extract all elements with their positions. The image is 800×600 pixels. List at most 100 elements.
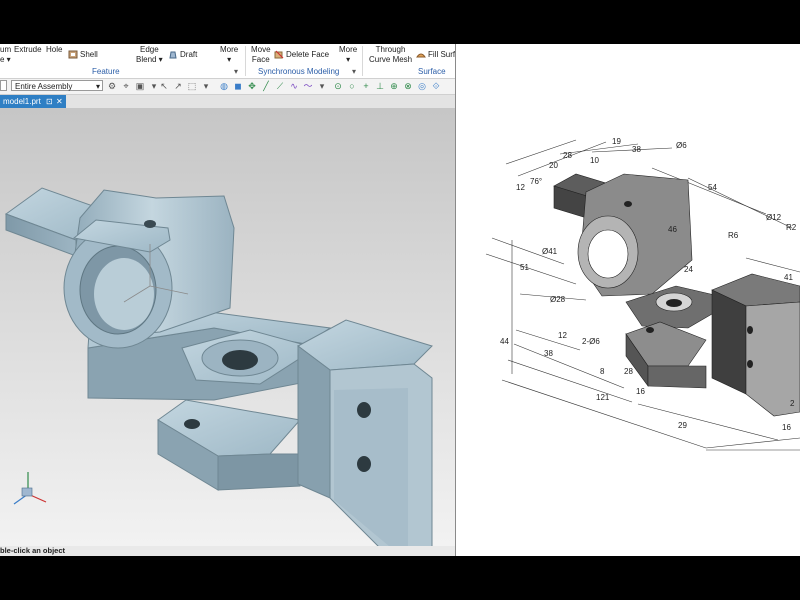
select-edges-icon[interactable]: ↗ [173,81,183,91]
dim-51: 51 [520,263,529,272]
fill-surface-icon [416,53,426,58]
dim-19: 19 [612,137,621,146]
lasso-icon[interactable]: ⬚ [187,81,197,91]
right-block-face-shade [334,388,408,546]
chevron-down-icon[interactable]: ▾ [201,81,211,91]
select-box-icon[interactable]: ▣ [135,81,145,91]
pin-icon[interactable]: ⊡ [46,95,53,108]
selection-filter-partial[interactable] [0,80,7,91]
drawing-bore-hole [587,229,629,279]
line-icon[interactable]: ╱ [261,81,271,91]
more-sync-button[interactable]: More ▾ [339,45,357,65]
snap-icon[interactable]: ⌖ [121,81,131,91]
chevron-down-icon[interactable]: ▾ [317,81,327,91]
dim-2: 2 [790,399,795,408]
dim-38-lower: 38 [544,349,553,358]
shell-icon [68,50,78,59]
center-point-icon[interactable]: ⊙ [333,81,343,91]
ribbon-separator [362,46,363,76]
fill-surface-button[interactable]: Fill Surfa [416,50,456,60]
dim-dia-41: Ø41 [542,247,558,256]
reference-drawing-panel: 28 20 10 19 38 Ø6 76° 12 54 Ø12 R2 R6 46… [456,44,800,556]
tangent-icon[interactable]: ⊕ [389,81,399,91]
delete-face-button[interactable]: Delete Face [274,50,329,60]
delete-face-icon [274,50,284,59]
cube-icon[interactable]: ◼ [233,81,243,91]
ribbon-partial-label-top: um [0,45,12,54]
isometric-drawing: 28 20 10 19 38 Ø6 76° 12 54 Ø12 R2 R6 46… [485,137,800,451]
drawing-lower-lug-front [647,365,707,389]
dim-20: 20 [549,161,558,170]
select-faces-icon[interactable]: ↖ [159,81,169,91]
tab-model1-prt[interactable]: model1.prt ⊡ ✕ [0,95,66,108]
drawing-lug-hole [646,327,654,333]
point-on-curve-icon[interactable]: ◎ [417,81,427,91]
dim-2-dia-6: 2-Ø6 [582,337,600,346]
right-block-hole-upper [357,402,371,418]
filter-icon[interactable]: ⚙ [107,81,117,91]
dim-28-lower: 28 [624,367,633,376]
status-bar: ble-click an object [0,546,456,556]
feature-group-expand-icon[interactable]: ▾ [234,67,238,76]
quadrant-icon[interactable]: ⊗ [403,81,413,91]
dim-44: 44 [500,337,509,346]
dim-24: 24 [684,265,693,274]
status-prompt: ble-click an object [0,546,66,555]
intersection-icon[interactable]: + [361,81,371,91]
bore-hole-inner [94,258,154,330]
more-feature-button[interactable]: More ▾ [220,45,238,65]
through-curve-mesh-button[interactable]: Through Curve Mesh [369,45,412,65]
dim-76-deg: 76° [530,177,542,186]
chevron-down-icon: ▾ [95,82,100,91]
delete-face-label: Delete Face [286,50,330,59]
dim-r6: R6 [728,231,739,240]
extrude-button[interactable]: Extrude [14,45,42,55]
drawing-right-hole-upper [747,326,753,334]
hole-button[interactable]: Hole [46,45,62,55]
draft-icon [169,51,177,59]
spline-icon[interactable]: 〜 [303,81,313,91]
top-hole [144,220,156,228]
close-icon[interactable]: ✕ [56,95,63,108]
ribbon: um e ▾ Extrude Hole Shell Edge Blend ▾ D… [0,44,456,79]
drawing-top-hole [624,201,632,207]
fill-surface-label: Fill Surfa [428,50,456,59]
draft-button[interactable]: Draft [168,50,197,60]
chevron-down-icon[interactable]: ▾ [149,81,159,91]
synchronous-group-label: Synchronous Modeling [258,67,340,76]
lower-lug-hole [184,419,200,429]
right-block-hole-lower [357,456,371,472]
scope-select[interactable]: Entire Assembly ▾ [11,80,103,91]
graphics-viewport[interactable] [0,108,456,546]
circle-icon[interactable]: ○ [347,81,357,91]
dim-12-lower: 12 [558,331,567,340]
cad-application-window: um e ▾ Extrude Hole Shell Edge Blend ▾ D… [0,44,456,556]
drawing-right-block-side [711,289,747,395]
dim-dia-6: Ø6 [676,141,687,150]
midpoint-icon[interactable]: ⟋ [275,81,285,91]
shell-label: Shell [80,50,98,59]
solid-body-icon[interactable]: ◍ [219,81,229,91]
shell-button[interactable]: Shell [68,50,98,60]
grid-point-icon[interactable]: ⊥ [375,81,385,91]
selection-toolbar: Entire Assembly ▾ ⚙ ⌖ ▣ ▾ ↖ ↗ ⬚ ▾ ◍ ◼ ✥ … [0,79,456,95]
snap-settings-icon[interactable]: ⟐ [431,81,441,91]
scope-select-value: Entire Assembly [15,82,73,91]
dim-8: 8 [600,367,605,376]
dim-38: 38 [632,145,641,154]
dim-28: 28 [563,151,572,160]
document-tab-bar: model1.prt ⊡ ✕ [0,95,456,108]
dim-54: 54 [708,183,717,192]
edge-blend-button[interactable]: Edge Blend ▾ [136,45,163,65]
endpoint-icon[interactable]: ✥ [247,81,257,91]
feature-group-label: Feature [92,67,120,76]
synchronous-group-expand-icon[interactable]: ▾ [352,67,356,76]
view-triad-icon [13,472,47,505]
curve-icon[interactable]: ∿ [289,81,299,91]
dim-16: 16 [636,387,645,396]
3d-model-view[interactable] [0,108,456,546]
move-face-button[interactable]: Move Face [251,45,271,65]
counterbore-hole [222,350,258,370]
dim-46: 46 [668,225,677,234]
dim-41: 41 [784,273,793,282]
